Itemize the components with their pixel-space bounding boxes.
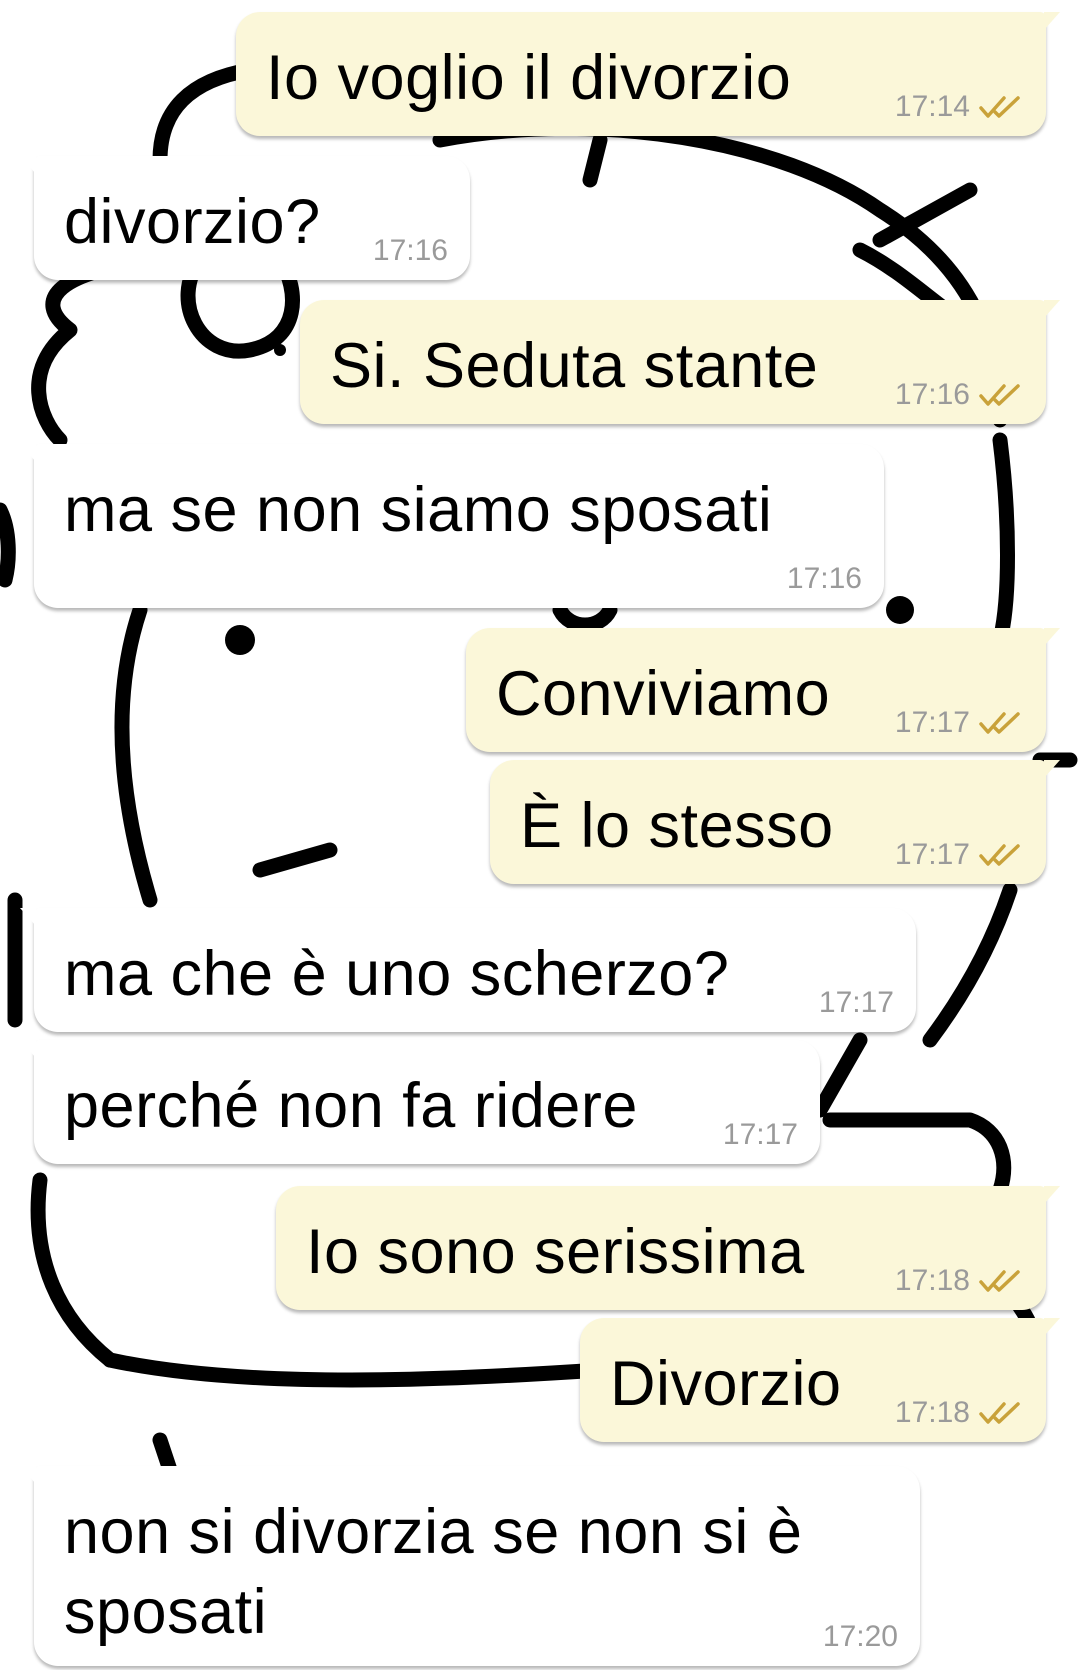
message-bubble-incoming[interactable]: ma se non siamo sposati 17:16 xyxy=(20,444,884,608)
message-bubble-outgoing[interactable]: Io sono serissima 17:18 xyxy=(276,1186,1060,1310)
message-time: 17:20 xyxy=(822,1620,898,1653)
message-time: 17:18 xyxy=(894,1264,970,1297)
double-check-icon xyxy=(979,96,1020,118)
message-text: Si. Seduta stante xyxy=(330,331,819,401)
message-bubble-outgoing[interactable]: È lo stesso 17:17 xyxy=(490,760,1060,884)
message-meta: 17:18 xyxy=(895,1396,1024,1430)
double-check-icon xyxy=(979,384,1020,406)
double-check-icon xyxy=(979,1402,1020,1424)
message-meta: 17:20 xyxy=(823,1620,898,1654)
message-time: 17:17 xyxy=(722,1118,798,1151)
message-meta: 17:17 xyxy=(723,1118,798,1152)
message-time: 17:18 xyxy=(894,1396,970,1429)
message-meta: 17:18 xyxy=(895,1264,1024,1298)
message-bubble-incoming[interactable]: divorzio? 17:16 xyxy=(20,156,470,280)
message-bubble-outgoing[interactable]: Divorzio 17:18 xyxy=(580,1318,1060,1442)
message-text: Conviviamo xyxy=(496,659,831,729)
message-meta: 17:16 xyxy=(373,234,448,268)
double-check-icon xyxy=(979,844,1020,866)
message-time: 17:16 xyxy=(894,378,970,411)
message-meta: 17:17 xyxy=(819,986,894,1020)
message-bubble-outgoing[interactable]: Io voglio il divorzio 17:14 xyxy=(236,12,1060,136)
message-bubble-outgoing[interactable]: Si. Seduta stante 17:16 xyxy=(300,300,1060,424)
message-text: Io sono serissima xyxy=(306,1217,805,1287)
message-text: divorzio? xyxy=(64,187,321,257)
double-check-icon xyxy=(979,712,1020,734)
message-text: Io voglio il divorzio xyxy=(266,43,792,113)
message-time: 17:17 xyxy=(894,706,970,739)
message-bubble-incoming[interactable]: non si divorzia se non si è sposati 17:2… xyxy=(20,1466,920,1666)
message-bubble-incoming[interactable]: perché non fa ridere 17:17 xyxy=(20,1040,820,1164)
message-time: 17:16 xyxy=(786,562,862,595)
double-check-icon xyxy=(979,1270,1020,1292)
message-text: perché non fa ridere xyxy=(64,1071,638,1141)
message-time: 17:16 xyxy=(372,234,448,267)
message-meta: 17:17 xyxy=(895,706,1024,740)
message-meta: 17:17 xyxy=(895,838,1024,872)
chat-thread: Io voglio il divorzio 17:14 divorzio? 17… xyxy=(0,0,1080,1670)
message-text: ma se non siamo sposati xyxy=(64,475,773,545)
message-time: 17:17 xyxy=(818,986,894,1019)
message-text: Divorzio xyxy=(610,1349,842,1419)
message-text: È lo stesso xyxy=(520,791,834,861)
message-bubble-outgoing[interactable]: Conviviamo 17:17 xyxy=(466,628,1060,752)
message-time: 17:14 xyxy=(894,90,970,123)
message-meta: 17:14 xyxy=(895,90,1024,124)
message-meta: 17:16 xyxy=(787,562,862,596)
message-time: 17:17 xyxy=(894,838,970,871)
message-text: ma che è uno scherzo? xyxy=(64,939,730,1009)
message-meta: 17:16 xyxy=(895,378,1024,412)
message-bubble-incoming[interactable]: ma che è uno scherzo? 17:17 xyxy=(20,908,916,1032)
message-text: non si divorzia se non si è sposati xyxy=(64,1497,803,1647)
